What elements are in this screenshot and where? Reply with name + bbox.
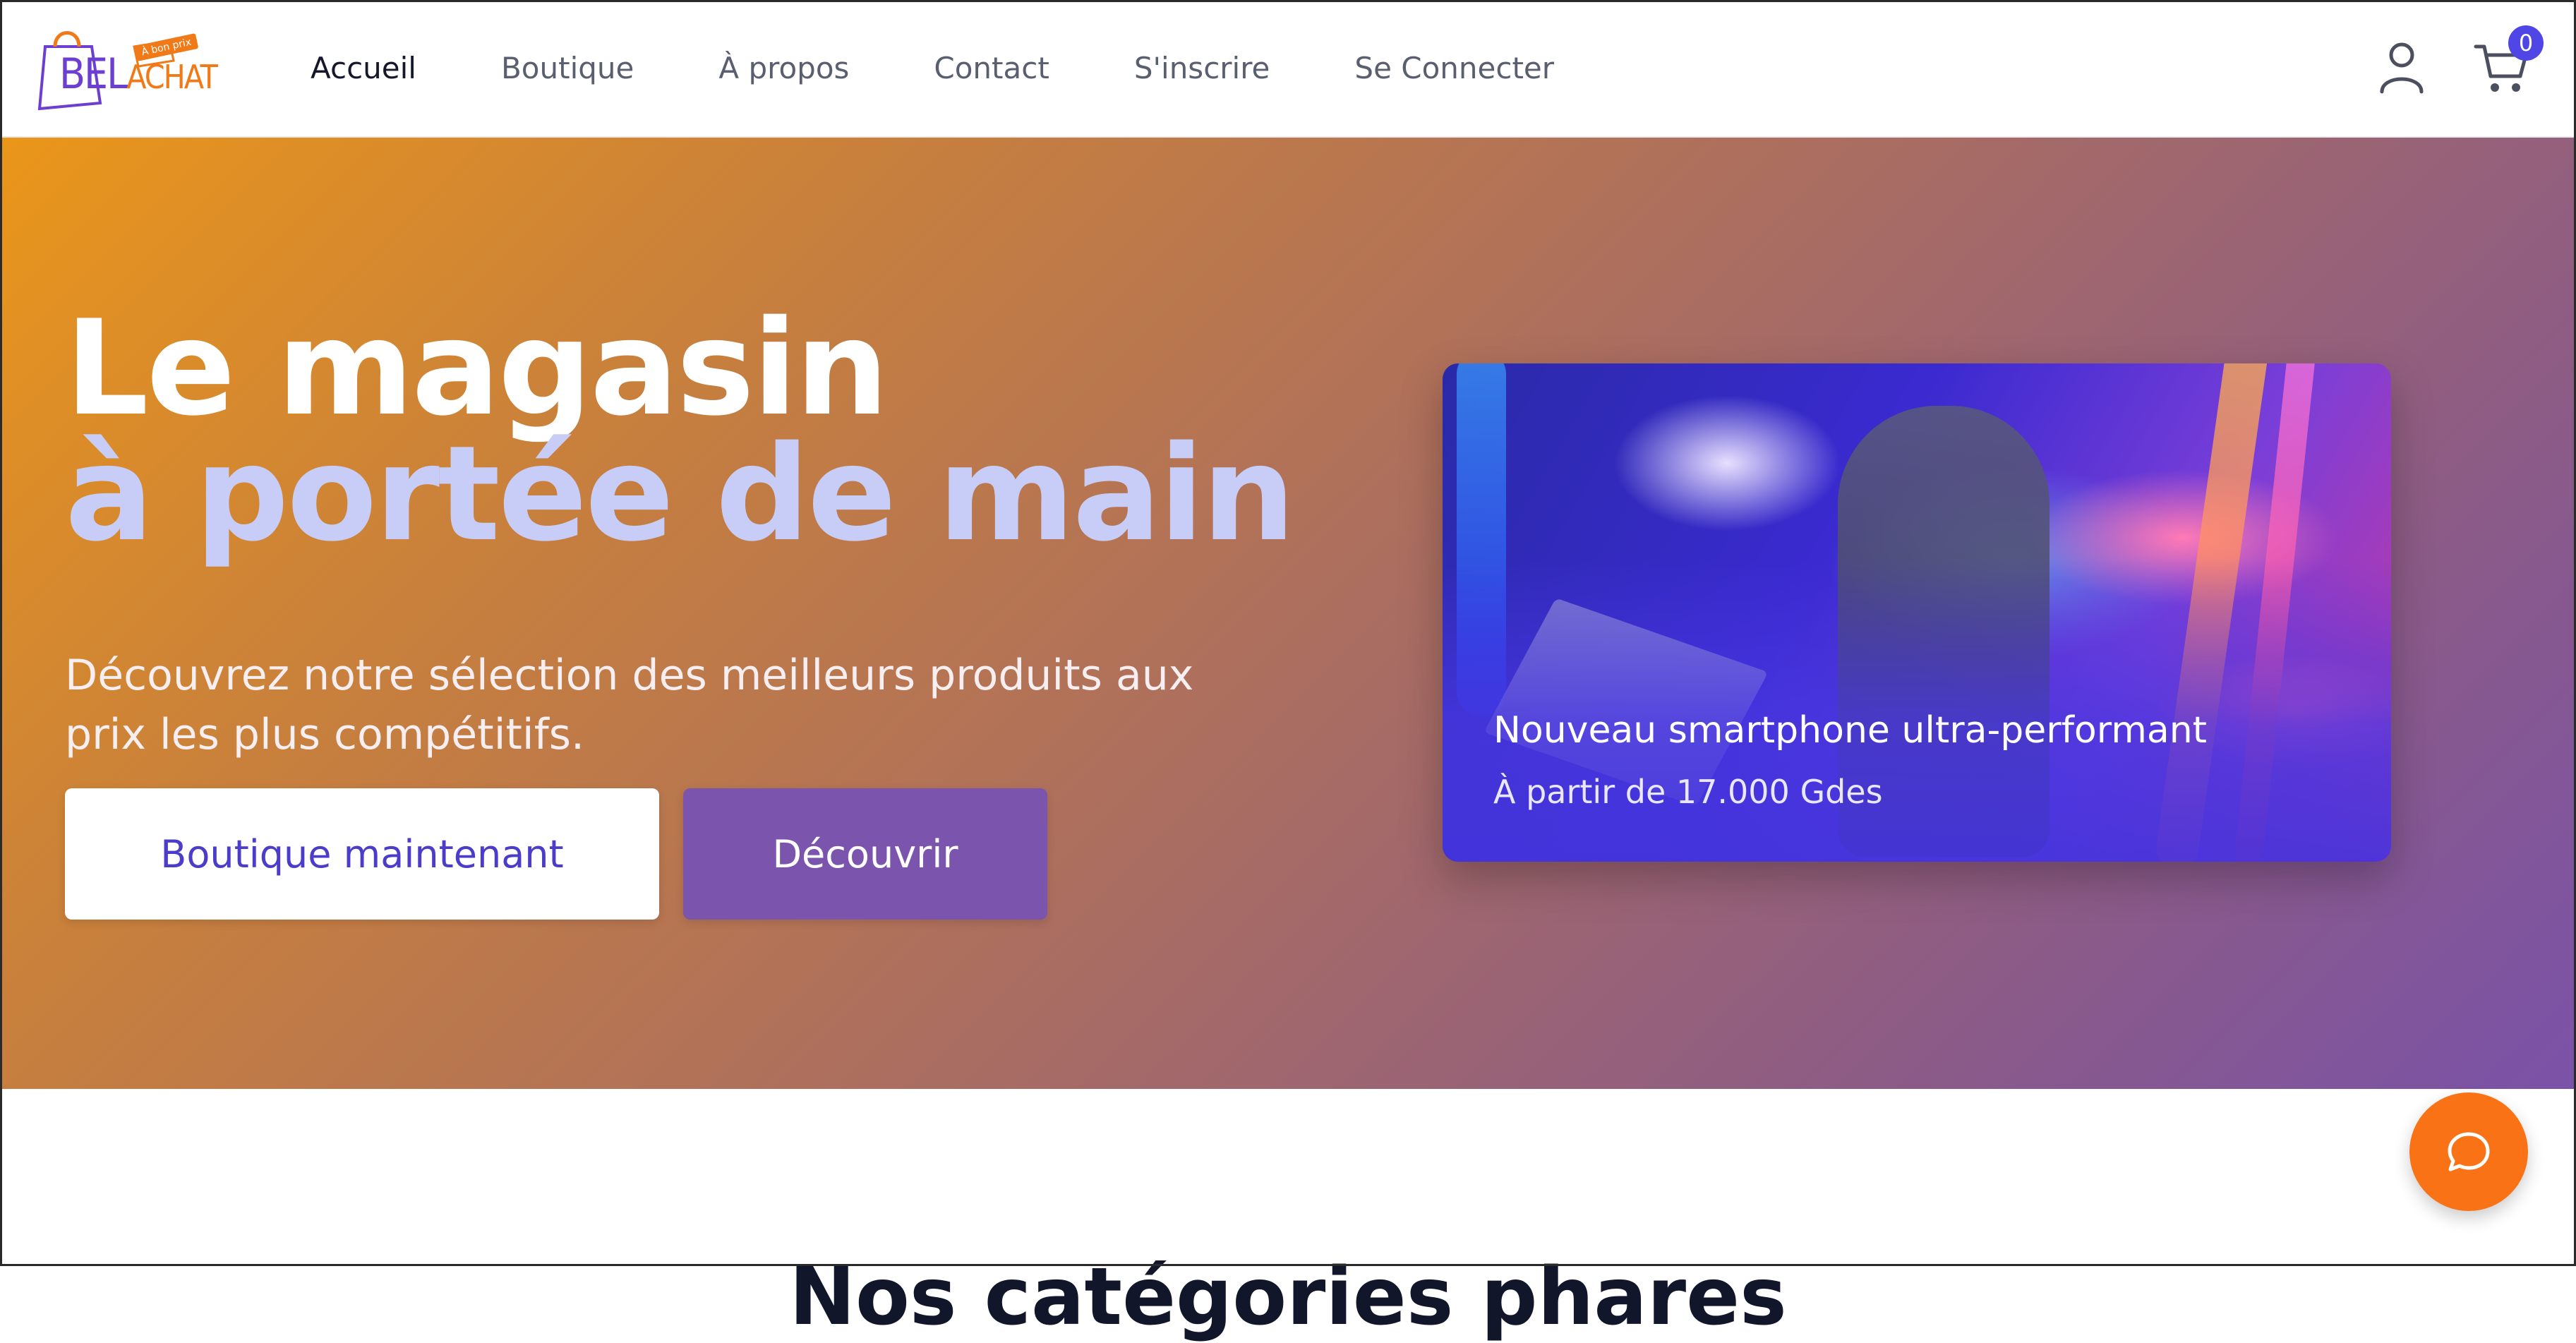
nav-item-boutique[interactable]: Boutique (501, 51, 634, 85)
chat-bubble-icon (2448, 1132, 2490, 1172)
site-header: BELACHAT À bon prix Accueil Boutique À p… (0, 0, 2576, 138)
nav-item-sinscrire[interactable]: S'inscrire (1134, 51, 1270, 85)
promo-card[interactable]: Nouveau smartphone ultra-performant À pa… (1443, 363, 2391, 862)
hero-title-line2: à portée de main (65, 417, 1295, 570)
belachat-logo[interactable]: BELACHAT À bon prix (35, 18, 218, 117)
shop-now-button[interactable]: Boutique maintenant (65, 788, 659, 920)
hero-title-line1: Le magasin (65, 291, 889, 445)
nav-item-contact[interactable]: Contact (934, 51, 1049, 85)
promo-title: Nouveau smartphone ultra-performant (1493, 709, 2208, 752)
discover-button[interactable]: Découvrir (683, 788, 1047, 920)
categories-heading: Nos catégories phares (789, 1251, 1787, 1343)
chat-button[interactable] (2409, 1092, 2528, 1211)
promo-price: À partir de 17.000 Gdes (1493, 773, 1883, 811)
nav-item-a-propos[interactable]: À propos (718, 51, 849, 85)
hero-title: Le magasin à portée de main (65, 291, 1295, 570)
hero-section: Le magasin à portée de main Découvrez no… (0, 138, 2576, 1089)
hero-subtitle: Découvrez notre sélection des meilleurs … (65, 651, 1194, 759)
user-icon[interactable] (2378, 41, 2425, 95)
main-nav: Accueil Boutique À propos Contact S'insc… (311, 0, 1639, 136)
nav-item-se-connecter[interactable]: Se Connecter (1354, 51, 1554, 85)
cart-count-badge: 0 (2508, 25, 2544, 61)
nav-item-accueil[interactable]: Accueil (311, 51, 416, 85)
